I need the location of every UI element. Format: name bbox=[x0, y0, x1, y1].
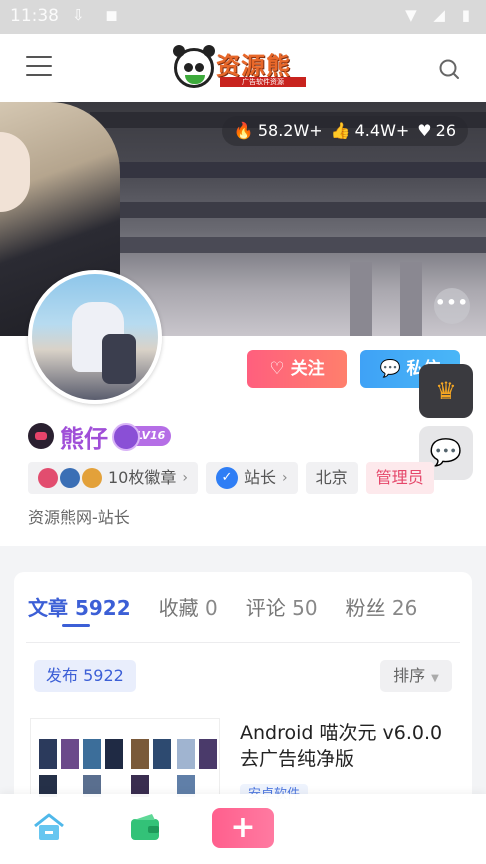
panda-logo-icon bbox=[173, 45, 215, 88]
username-row: 熊仔 LV16 bbox=[28, 420, 172, 453]
tab-comments[interactable]: 评论 50 bbox=[246, 592, 318, 621]
tab-label: 评论 bbox=[245, 596, 286, 620]
search-icon[interactable] bbox=[438, 58, 460, 80]
tab-count: 5922 bbox=[74, 596, 131, 620]
publish-filter-chip[interactable]: 发布 5922 bbox=[34, 660, 136, 692]
tab-label: 收藏 bbox=[158, 596, 199, 620]
tab-favorites[interactable]: 收藏 0 bbox=[159, 592, 218, 621]
hearts-value: 26 bbox=[435, 121, 456, 140]
badge-icon-blue bbox=[60, 468, 80, 488]
popularity-value: 58.2W+ bbox=[257, 121, 323, 140]
bottom-nav: + bbox=[0, 794, 486, 864]
crown-icon[interactable]: ♛ bbox=[419, 364, 473, 418]
tab-fans[interactable]: 粉丝 26 bbox=[346, 592, 418, 621]
tab-articles[interactable]: 文章 5922 bbox=[28, 592, 131, 621]
user-bio: 资源熊网-站长 bbox=[28, 508, 130, 527]
tab-count: 50 bbox=[292, 596, 318, 620]
likes-value: 4.4W+ bbox=[354, 121, 410, 140]
home-icon[interactable] bbox=[32, 812, 66, 842]
wallet-icon[interactable] bbox=[128, 812, 162, 842]
user-badge-icon bbox=[28, 423, 54, 449]
content-tabs: 文章 5922 收藏 0 评论 50 粉丝 26 bbox=[28, 592, 417, 621]
sort-dropdown[interactable]: 排序 ▼ bbox=[380, 660, 452, 692]
profile-stats: 🔥 58.2W+ 👍 4.4W+ ♥ 26 bbox=[221, 116, 468, 146]
popularity-stat: 🔥 58.2W+ bbox=[234, 116, 323, 146]
badge-icon-gold bbox=[82, 468, 102, 488]
level-badge: LV16 bbox=[111, 423, 172, 451]
tab-count: 0 bbox=[205, 596, 218, 620]
chat-icon: 💬 bbox=[379, 359, 401, 379]
hamburger-icon[interactable] bbox=[26, 56, 52, 78]
system-icons: ▼ ◢ ▮ bbox=[405, 6, 476, 24]
divider bbox=[26, 642, 460, 643]
avatar[interactable] bbox=[28, 270, 162, 404]
add-post-button[interactable]: + bbox=[212, 808, 274, 848]
chevron-right-icon: › bbox=[182, 470, 188, 486]
tab-count: 26 bbox=[391, 596, 418, 620]
role-tag[interactable]: ✓ 站长 › bbox=[205, 462, 298, 494]
follow-label: 关注 bbox=[290, 359, 325, 379]
tab-label: 粉丝 bbox=[345, 596, 386, 620]
role-label: 站长 bbox=[243, 468, 276, 487]
status-time: 11:38 bbox=[10, 6, 59, 26]
heart-icon: ♥ bbox=[417, 121, 432, 140]
more-options-button[interactable]: ••• bbox=[434, 288, 470, 324]
badge-icon-red bbox=[38, 468, 58, 488]
article-thumbnail bbox=[30, 718, 220, 798]
thumbs-up-icon: 👍 bbox=[330, 121, 351, 140]
top-nav: 资源熊 广告软件资源 bbox=[0, 34, 486, 102]
article-title: Android 喵次元 v6.0.0 去广告纯净版 bbox=[240, 722, 443, 770]
badges-tag[interactable]: 10枚徽章 › bbox=[28, 462, 198, 494]
chevron-right-icon: › bbox=[282, 470, 288, 486]
caret-down-icon: ▼ bbox=[431, 673, 439, 684]
fire-icon: 🔥 bbox=[233, 121, 254, 140]
verified-icon: ✓ bbox=[215, 467, 238, 489]
username: 熊仔 bbox=[60, 424, 108, 453]
badges-count: 10枚徽章 bbox=[108, 468, 177, 487]
location-tag: 北京 bbox=[305, 462, 358, 494]
sort-label: 排序 bbox=[393, 666, 426, 685]
hearts-stat: ♥ 26 bbox=[417, 116, 456, 146]
tab-label: 文章 bbox=[28, 596, 68, 620]
active-tab-indicator bbox=[62, 624, 90, 627]
status-bar: 11:38 ⇩ ◼ ▼ ◢ ▮ bbox=[0, 0, 486, 34]
heart-outline-icon: ♡ bbox=[269, 359, 285, 379]
profile-tags: 10枚徽章 › ✓ 站长 › 北京 管理员 bbox=[28, 462, 434, 494]
brand-tagline: 广告软件资源 bbox=[220, 77, 306, 87]
admin-tag: 管理员 bbox=[365, 462, 434, 494]
brand-name: 资源熊 bbox=[216, 51, 291, 80]
follow-button[interactable]: ♡ 关注 bbox=[247, 350, 347, 388]
site-logo[interactable]: 资源熊 广告软件资源 bbox=[173, 45, 310, 92]
likes-stat: 👍 4.4W+ bbox=[331, 116, 410, 146]
notification-icons: ⇩ ◼ bbox=[72, 6, 126, 24]
